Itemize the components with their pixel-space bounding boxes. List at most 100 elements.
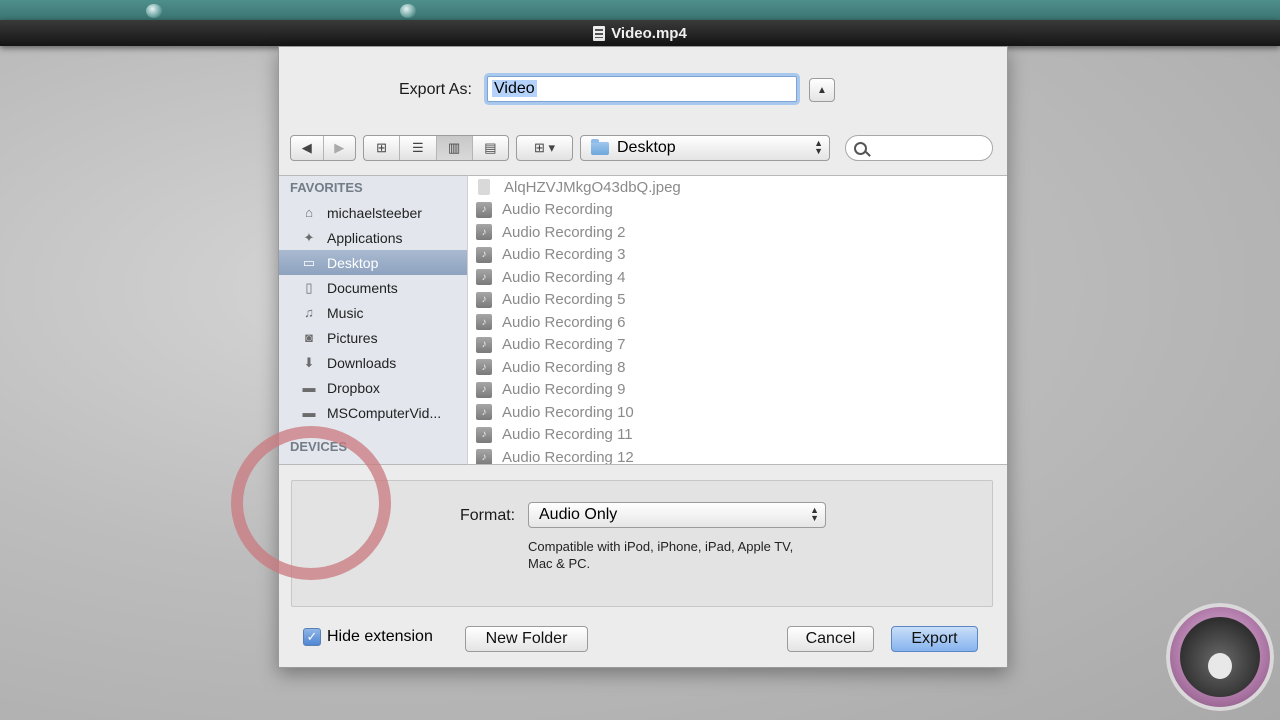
sidebar: FAVORITES ⌂ michaelsteeber ✦ Application… bbox=[279, 175, 467, 465]
window-title: Video.mp4 bbox=[611, 24, 687, 42]
audio-file-icon: ♪ bbox=[476, 336, 492, 353]
sidebar-item-downloads[interactable]: ⬇ Downloads bbox=[279, 350, 467, 375]
list-icon: ☰ bbox=[412, 140, 424, 155]
list-item[interactable]: ♪ Audio Recording 3 bbox=[468, 244, 725, 267]
list-item[interactable]: ♪ Audio Recording 12 bbox=[468, 446, 725, 465]
search-icon bbox=[854, 142, 867, 155]
arrange-button[interactable]: ⊞ ▾ bbox=[516, 135, 573, 161]
coverflow-icon: ▤ bbox=[484, 140, 497, 155]
sidebar-item-applications[interactable]: ✦ Applications bbox=[279, 225, 467, 250]
list-item[interactable]: ♪ Audio Recording 7 bbox=[468, 334, 725, 357]
favorites-header: FAVORITES bbox=[290, 180, 363, 195]
sidebar-item-label: Documents bbox=[327, 279, 398, 296]
forward-arrow-icon: ▶ bbox=[334, 140, 345, 155]
format-label: Format: bbox=[460, 507, 516, 524]
file-name: Audio Recording 6 bbox=[502, 313, 626, 331]
location-label: Desktop bbox=[617, 139, 676, 156]
list-item[interactable]: ♪ Audio Recording 11 bbox=[468, 424, 725, 447]
applications-icon: ✦ bbox=[303, 229, 315, 245]
list-item[interactable]: AlqHZVJMkgO43dbQ.jpeg bbox=[468, 176, 725, 199]
image-file-icon bbox=[478, 179, 490, 196]
music-icon: ♫ bbox=[304, 305, 314, 320]
list-item[interactable]: ♪ Audio Recording 2 bbox=[468, 221, 725, 244]
export-as-field[interactable]: Video bbox=[487, 76, 797, 102]
export-as-label: Export As: bbox=[399, 81, 472, 98]
file-name: Audio Recording 3 bbox=[502, 246, 626, 264]
hide-extension-label: Hide extension bbox=[327, 628, 433, 645]
hide-extension-checkbox[interactable]: ✓ Hide extension bbox=[303, 628, 433, 646]
highlight-circle bbox=[231, 426, 391, 580]
format-popup[interactable]: Audio Only ▲ ▼ bbox=[528, 502, 826, 528]
sidebar-item-documents[interactable]: ▯ Documents bbox=[279, 275, 467, 300]
navigation-buttons: ◀ ▶ bbox=[290, 135, 356, 161]
folder-icon bbox=[591, 138, 609, 155]
column-view-button[interactable]: ▥ bbox=[436, 136, 473, 160]
triangle-up-icon: ▲ bbox=[817, 84, 827, 96]
sidebar-item-label: Applications bbox=[327, 229, 403, 246]
collapse-button[interactable]: ▲ bbox=[809, 78, 835, 102]
sidebar-item-mscomputervid[interactable]: ▬ MSComputerVid... bbox=[279, 400, 467, 425]
sidebar-item-home[interactable]: ⌂ michaelsteeber bbox=[279, 200, 467, 225]
updown-arrows-icon: ▲ ▼ bbox=[814, 138, 823, 156]
view-mode-buttons: ⊞ ☰ ▥ ▤ bbox=[363, 135, 509, 161]
audio-file-icon: ♪ bbox=[476, 246, 492, 263]
updown-arrows-icon: ▲ ▼ bbox=[810, 505, 819, 523]
back-arrow-icon: ◀ bbox=[301, 140, 312, 155]
export-button[interactable]: Export bbox=[891, 626, 978, 652]
audio-file-icon: ♪ bbox=[476, 381, 492, 398]
audio-file-icon: ♪ bbox=[476, 201, 492, 218]
file-name: Audio Recording 12 bbox=[502, 448, 634, 465]
file-name: AlqHZVJMkgO43dbQ.jpeg bbox=[504, 178, 681, 196]
coverflow-view-button[interactable]: ▤ bbox=[473, 136, 508, 160]
cancel-button[interactable]: Cancel bbox=[787, 626, 874, 652]
list-item[interactable]: ♪ Audio Recording bbox=[468, 199, 725, 222]
window-titlebar[interactable]: Video.mp4 bbox=[0, 20, 1280, 46]
icon-view-button[interactable]: ⊞ bbox=[364, 136, 401, 160]
new-folder-button[interactable]: New Folder bbox=[465, 626, 588, 652]
checkmark-icon[interactable]: ✓ bbox=[303, 628, 321, 646]
list-item[interactable]: ♪ Audio Recording 6 bbox=[468, 311, 725, 334]
list-item[interactable]: ♪ Audio Recording 4 bbox=[468, 266, 725, 289]
audio-file-icon: ♪ bbox=[476, 224, 492, 241]
file-name: Audio Recording 2 bbox=[502, 223, 626, 241]
list-item[interactable]: ♪ Audio Recording 8 bbox=[468, 356, 725, 379]
sidebar-item-label: Desktop bbox=[327, 254, 379, 271]
folder-icon: ▬ bbox=[302, 380, 316, 395]
audio-file-icon: ♪ bbox=[476, 291, 492, 308]
forward-button[interactable]: ▶ bbox=[324, 136, 356, 160]
desktop-wallpaper bbox=[0, 0, 1280, 20]
list-view-button[interactable]: ☰ bbox=[400, 136, 437, 160]
back-button[interactable]: ◀ bbox=[291, 136, 324, 160]
search-input[interactable] bbox=[845, 135, 993, 161]
audio-file-icon: ♪ bbox=[476, 449, 492, 464]
columns-icon: ▥ bbox=[447, 140, 461, 155]
list-item[interactable]: ♪ Audio Recording 10 bbox=[468, 401, 725, 424]
list-item[interactable]: ♪ Audio Recording 5 bbox=[468, 289, 725, 312]
list-item[interactable]: ♪ Audio Recording 9 bbox=[468, 379, 725, 402]
format-accessory-panel: Format: Audio Only ▲ ▼ Compatible with iP… bbox=[291, 480, 993, 607]
sidebar-item-label: michaelsteeber bbox=[327, 204, 422, 221]
file-name: Audio Recording 10 bbox=[502, 403, 634, 421]
bubble-decoration bbox=[146, 4, 162, 18]
bubble-decoration bbox=[400, 4, 416, 18]
downloads-icon: ⬇ bbox=[303, 354, 315, 370]
folder-icon: ▬ bbox=[302, 405, 316, 420]
camera-icon: ◙ bbox=[305, 330, 313, 345]
sidebar-item-music[interactable]: ♫ Music bbox=[279, 300, 467, 325]
sidebar-item-label: Downloads bbox=[327, 354, 397, 371]
export-sheet: Export As: Video ▲ ◀ ▶ ⊞ ☰ ▥ ▤ ⊞ ▾ Deskt… bbox=[278, 46, 1008, 668]
file-name: Audio Recording 5 bbox=[502, 291, 626, 309]
location-popup[interactable]: Desktop ▲ ▼ bbox=[580, 135, 830, 161]
arrange-icon: ⊞ ▾ bbox=[533, 140, 556, 155]
file-name: Audio Recording 9 bbox=[502, 381, 626, 399]
file-name: Audio Recording 11 bbox=[502, 426, 633, 444]
sidebar-item-desktop[interactable]: ▭ Desktop bbox=[279, 250, 467, 275]
format-description: Compatible with iPod, iPhone, iPad, Appl… bbox=[528, 539, 794, 571]
avatar bbox=[1166, 603, 1274, 711]
audio-file-icon: ♪ bbox=[476, 404, 492, 421]
sidebar-item-dropbox[interactable]: ▬ Dropbox bbox=[279, 375, 467, 400]
sidebar-item-label: Music bbox=[327, 304, 364, 321]
sidebar-item-pictures[interactable]: ◙ Pictures bbox=[279, 325, 467, 350]
audio-file-icon: ♪ bbox=[476, 359, 492, 376]
desktop-icon: ▭ bbox=[302, 254, 316, 270]
